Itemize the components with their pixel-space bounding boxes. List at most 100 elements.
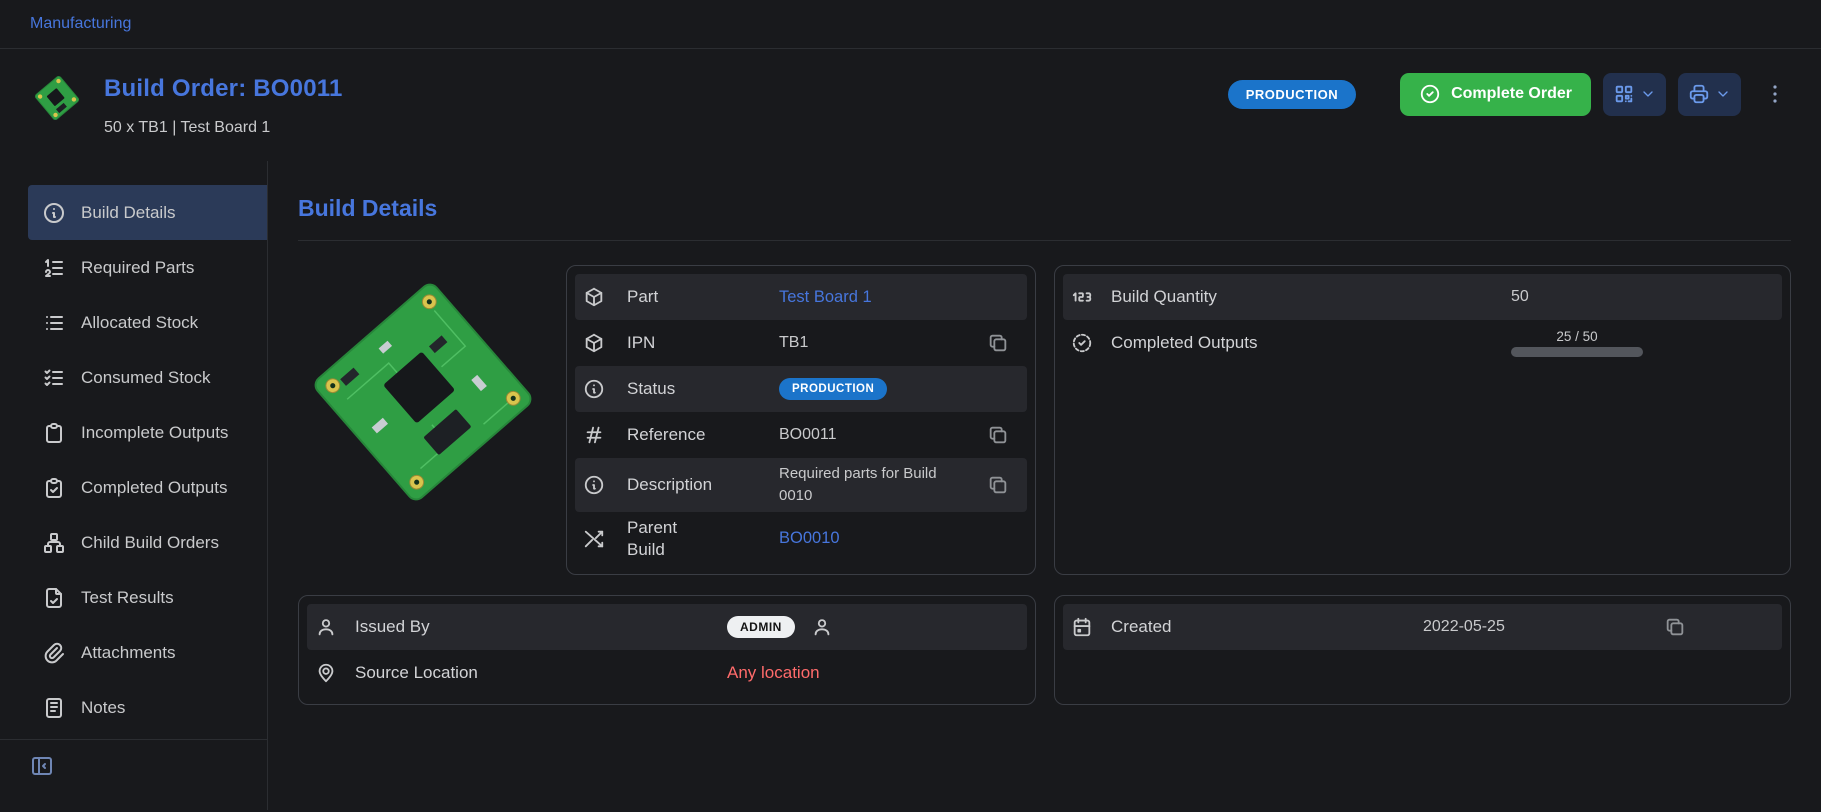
sidebar-item-allocated-stock[interactable]: Allocated Stock [28,295,267,350]
sidebar-item-consumed-stock[interactable]: Consumed Stock [28,350,267,405]
sidebar-collapse-button[interactable] [30,754,64,778]
row-issued-by: Issued By ADMIN [307,604,1027,650]
stat-row-completed-outputs: Completed Outputs 25 / 50 [1063,320,1782,366]
sidebar-item-build-details[interactable]: Build Details [28,185,267,240]
source-location-label: Source Location [355,662,727,684]
clipboard-check-icon [42,476,66,500]
paperclip-icon [42,641,66,665]
sidebar-item-completed-outputs[interactable]: Completed Outputs [28,460,267,515]
progress-label: 25 / 50 [1511,329,1643,344]
admin-badge: ADMIN [727,616,795,638]
detail-label: Reference [627,424,779,446]
page-subtitle: 50 x TB1 | Test Board 1 [104,119,343,137]
issued-panel: Issued By ADMIN Source Location Any loca… [298,595,1036,705]
description-value: Required parts for Build 0010 [779,463,941,507]
qr-code-icon [1613,83,1635,105]
detail-label: Status [627,378,779,400]
sidebar-item-required-parts[interactable]: Required Parts [28,240,267,295]
list-check-icon [42,366,66,390]
main-content: Build Details [268,161,1821,810]
issued-by-label: Issued By [355,616,727,638]
progress-track [1511,347,1643,357]
sidebar-item-attachments[interactable]: Attachments [28,625,267,680]
source-location-value: Any location [727,663,1019,683]
created-panel: Created 2022-05-25 [1054,595,1791,705]
part-link[interactable]: Test Board 1 [779,288,983,307]
build-stats-panel: Build Quantity 50 Completed Outputs 25 /… [1054,265,1791,575]
circle-check-icon [1419,83,1441,105]
row-created: Created 2022-05-25 [1063,604,1782,650]
chevron-down-icon [1715,86,1731,102]
box-icon [583,286,605,308]
file-check-icon [42,586,66,610]
numbers-123-icon [1071,286,1093,308]
section-heading: Build Details [298,195,1791,222]
detail-label: Description [627,474,779,496]
copy-icon [987,332,1009,354]
barcode-actions-button[interactable] [1603,73,1666,116]
breadcrumb: Manufacturing [0,0,1821,49]
stat-label: Completed Outputs [1111,332,1511,354]
sidebar-item-label: Build Details [81,203,176,223]
sidebar-item-label: Test Results [81,588,174,608]
sidebar-item-incomplete-outputs[interactable]: Incomplete Outputs [28,405,267,460]
sidebar-item-label: Required Parts [81,258,194,278]
complete-order-button[interactable]: Complete Order [1400,73,1591,116]
more-actions-button[interactable] [1759,78,1791,110]
sidebar-item-label: Notes [81,698,125,718]
sidebar-item-label: Incomplete Outputs [81,423,228,443]
pcb-image [300,269,546,515]
sidebar-item-label: Attachments [81,643,176,663]
copy-button[interactable] [983,420,1013,450]
breadcrumb-link-manufacturing[interactable]: Manufacturing [30,15,131,33]
detail-row-reference: Reference BO0011 [575,412,1027,458]
sidebar-item-test-results[interactable]: Test Results [28,570,267,625]
sidebar-item-child-build-orders[interactable]: Child Build Orders [28,515,267,570]
complete-order-label: Complete Order [1451,85,1572,103]
sidebar-item-label: Allocated Stock [81,313,198,333]
build-quantity-value: 50 [1511,288,1774,306]
detail-label: Parent Build [627,517,691,561]
copy-button[interactable] [983,328,1013,358]
sidebar-divider [0,739,268,740]
progress-check-icon [1071,332,1093,354]
heading-divider [298,240,1791,241]
info-circle-icon [583,378,605,400]
created-value: 2022-05-25 [1423,618,1660,636]
detail-row-status: Status PRODUCTION [575,366,1027,412]
sidebar-collapse-icon [30,754,54,778]
notes-icon [42,696,66,720]
detail-row-description: Description Required parts for Build 001… [575,458,1027,512]
copy-icon [987,474,1009,496]
detail-row-part: Part Test Board 1 [575,274,1027,320]
sidebar-item-label: Consumed Stock [81,368,210,388]
info-circle-icon [42,201,66,225]
copy-button[interactable] [1660,612,1690,642]
hash-icon [583,424,605,446]
ipn-value: TB1 [779,334,983,352]
issued-by-value: ADMIN [727,616,1019,638]
info-circle-icon [583,474,605,496]
page-title: Build Order: BO0011 [104,71,343,103]
printer-icon [1688,83,1710,105]
title-block: Build Order: BO0011 50 x TB1 | Test Boar… [104,71,343,137]
created-label: Created [1111,616,1423,638]
arrows-cross-icon [583,528,605,550]
calendar-icon [1071,616,1093,638]
sitemap-icon [42,531,66,555]
header-actions: PRODUCTION Complete Order [1228,71,1791,117]
print-actions-button[interactable] [1678,73,1741,116]
copy-button[interactable] [983,470,1013,500]
detail-row-ipn: IPN TB1 [575,320,1027,366]
copy-icon [987,424,1009,446]
parent-build-link[interactable]: BO0010 [779,529,983,548]
detail-label: IPN [627,332,779,354]
detail-row-parent-build: Parent Build BO0010 [575,512,1027,566]
sidebar-item-notes[interactable]: Notes [28,680,267,735]
sidebar-item-label: Completed Outputs [81,478,227,498]
clipboard-icon [42,421,66,445]
box-icon [583,332,605,354]
stat-row-build-quantity: Build Quantity 50 [1063,274,1782,320]
chevron-down-icon [1640,86,1656,102]
status-badge: PRODUCTION [779,378,887,400]
